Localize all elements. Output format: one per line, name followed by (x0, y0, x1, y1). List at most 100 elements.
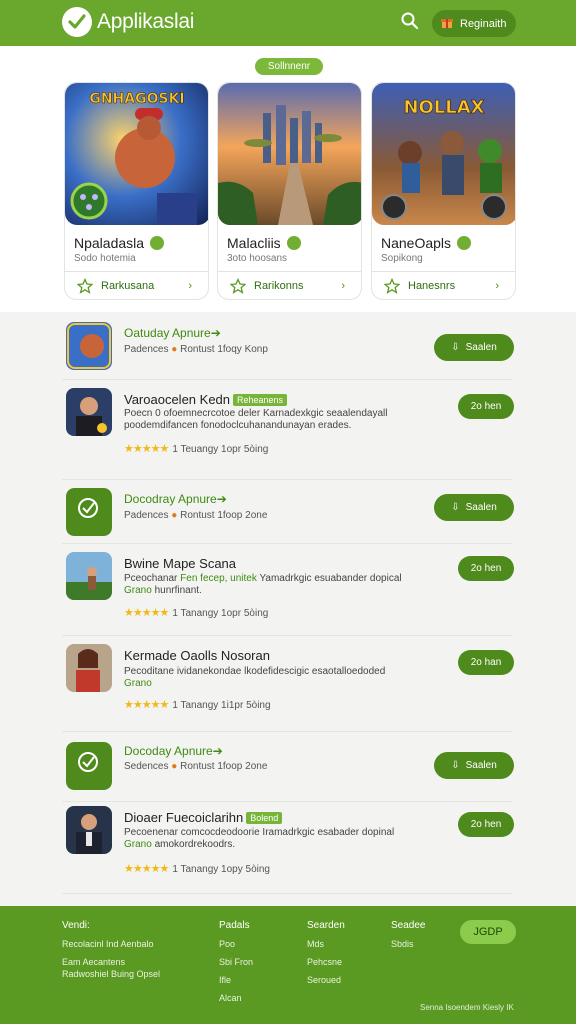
footer-link[interactable]: Pehcsne (307, 957, 345, 967)
chevron-right-icon: › (495, 280, 499, 292)
app-icon (66, 388, 112, 436)
rating-stars: ★★★★★ 1 Tanangy 1opr 5òing (124, 607, 269, 619)
card-artwork: NOLLAX (372, 83, 515, 225)
download-button[interactable]: ⇩ Saalen (434, 752, 514, 779)
featured-pill[interactable]: Sollnnenr (255, 58, 323, 75)
app-icon (66, 806, 112, 854)
app-icon (66, 644, 112, 692)
row-title[interactable]: Varoaocelen Kedn Reheanens (124, 392, 288, 407)
row-title[interactable]: Kermade Oaolls Nosoran (124, 648, 270, 663)
card-action-button[interactable]: Rarikonns › (218, 271, 361, 299)
app-icon (66, 742, 112, 790)
verified-badge-icon (150, 236, 165, 250)
star-outline-icon (77, 278, 93, 294)
row-description: Pecoenenar comcocdeodoorie Iramadrkgic e… (124, 827, 395, 850)
list-item[interactable]: Docoday Apnure➔ Sedences ● Rontust 1foop… (62, 732, 514, 802)
row-meta: Padences ● Rontust 1foqy Konp (124, 344, 268, 355)
footer-column: Seadee Sbdis (391, 920, 425, 957)
logo-check-icon[interactable] (62, 7, 92, 37)
footer-link[interactable]: Radwoshiel Buing Opsel (62, 969, 160, 979)
card-art-title: NOLLAX (403, 97, 484, 118)
card-art-title: GNHAGOSKI (89, 91, 184, 107)
footer-link[interactable]: Sbdis (391, 939, 425, 949)
list-item[interactable]: Kermade Oaolls Nosoran Pecoditane ividan… (62, 636, 514, 732)
star-outline-icon (384, 278, 400, 294)
card-name: Npaladasla (74, 235, 165, 251)
card-name: Malacliis (227, 235, 301, 251)
row-description: Pecoditane ividanekondae lkodefidescigic… (124, 666, 386, 689)
get-button[interactable]: 2o hen (458, 556, 514, 581)
get-button[interactable]: 2o hen (458, 394, 514, 419)
featured-card[interactable]: Malacliis 3oto hoosans Rarikonns › (217, 82, 362, 300)
list-item[interactable]: Oatuday Apnure➔ Padences ● Rontust 1foqy… (62, 312, 514, 380)
app-icon (66, 322, 112, 370)
get-button[interactable]: 2o han (458, 650, 514, 675)
chevron-right-icon: › (188, 280, 192, 292)
row-title[interactable]: Docoday Apnure➔ (124, 744, 223, 758)
row-meta: Padences ● Rontust 1foop 2one (124, 510, 268, 521)
download-button[interactable]: ⇩ Saalen (434, 494, 514, 521)
footer-link[interactable]: Alcan (219, 993, 253, 1003)
list-item[interactable]: Bwine Mape Scana Pceochanar Fen fecep, u… (62, 544, 514, 636)
get-button[interactable]: 2o hen (458, 812, 514, 837)
featured-card[interactable]: NOLLAX NaneOapls Sopikong Hanesnrs › (371, 82, 516, 300)
list-item[interactable]: Docodray Apnure➔ Padences ● Rontust 1foo… (62, 480, 514, 544)
download-icon: ⇩ (451, 342, 460, 353)
register-button[interactable]: Reginaith (432, 10, 516, 37)
row-tag: Reheanens (233, 394, 288, 406)
search-icon[interactable] (400, 11, 422, 33)
chevron-right-icon: › (341, 280, 345, 292)
row-title[interactable]: Oatuday Apnure➔ (124, 326, 221, 340)
app-list: Oatuday Apnure➔ Padences ● Rontust 1foqy… (0, 312, 576, 906)
download-icon: ⇩ (451, 760, 460, 771)
list-item[interactable]: Dioaer Fuecoiclarihn Bolend Pecoenenar co… (62, 802, 514, 894)
rating-stars: ★★★★★ 1 Tanangy 1i1pr 5òing (124, 699, 271, 711)
footer-link[interactable]: Seroued (307, 975, 345, 985)
app-title[interactable]: Applikaslai (97, 10, 194, 34)
star-outline-icon (230, 278, 246, 294)
row-title[interactable]: Docodray Apnure➔ (124, 492, 227, 506)
footer-join-button[interactable]: JGDP (460, 920, 516, 944)
footer-link[interactable]: Eam Aecantens (62, 957, 160, 967)
card-action-button[interactable]: Rarkusana › (65, 271, 208, 299)
verified-badge-icon (457, 236, 472, 250)
footer-link[interactable]: Poo (219, 939, 253, 949)
register-label: Reginaith (460, 17, 507, 30)
card-name: NaneOapls (381, 235, 472, 251)
footer-link[interactable]: Ifle (219, 975, 253, 985)
app-icon (66, 488, 112, 536)
row-description: Pceochanar Fen fecep, unitek Yamadrkgic … (124, 573, 402, 596)
card-artwork (218, 83, 361, 225)
row-description: Poecn 0 ofoemnecrcotoe deler Karnadexkgi… (124, 408, 388, 431)
footer-heading: Seadee (391, 920, 426, 931)
card-action-button[interactable]: Hanesnrs › (372, 271, 515, 299)
card-subtitle: Sopikong (381, 253, 423, 264)
footer-column: Searden Mds Pehcsne Seroued (307, 920, 345, 993)
top-header: Applikaslai Reginaith (0, 0, 576, 46)
card-subtitle: 3oto hoosans (227, 253, 288, 264)
featured-card[interactable]: GNHAGOSKI Npaladasla Sodo hotemia Rarkus… (64, 82, 209, 300)
card-subtitle: Sodo hotemia (74, 253, 136, 264)
row-tag: Bolend (246, 812, 283, 824)
card-action-label: Hanesnrs (408, 280, 456, 292)
row-meta: Sedences ● Rontust 1foop 2one (124, 761, 268, 772)
rating-stars: ★★★★★ 1 Tanangy 1opy 5òing (124, 863, 270, 875)
footer-heading: Searden (307, 920, 345, 931)
list-item[interactable]: Varoaocelen Kedn Reheanens Poecn 0 ofoemn… (62, 380, 514, 480)
row-title[interactable]: Dioaer Fuecoiclarihn Bolend (124, 810, 283, 825)
card-artwork: GNHAGOSKI (65, 83, 208, 225)
verified-badge-icon (286, 236, 301, 250)
footer-link[interactable]: Recolacinl Ind Aenbalo (62, 939, 160, 949)
footer-column: Padals Poo Sbi Fron Ifle Alcan (219, 920, 253, 1011)
app-icon (66, 552, 112, 600)
footer: Vendi: Recolacinl Ind Aenbalo Eam Aecant… (0, 906, 576, 1024)
footer-link[interactable]: Mds (307, 939, 345, 949)
footer-heading: Padals (219, 920, 250, 931)
row-title[interactable]: Bwine Mape Scana (124, 556, 236, 571)
download-button[interactable]: ⇩ Saalen (434, 334, 514, 361)
footer-column: Vendi: Recolacinl Ind Aenbalo Eam Aecant… (62, 920, 160, 987)
featured-section: Sollnnenr GNHAGOSKI Npaladasla Sodo hote… (0, 46, 576, 312)
download-icon: ⇩ (451, 502, 460, 513)
footer-link[interactable]: Sbi Fron (219, 957, 253, 967)
card-action-label: Rarikonns (254, 280, 304, 292)
